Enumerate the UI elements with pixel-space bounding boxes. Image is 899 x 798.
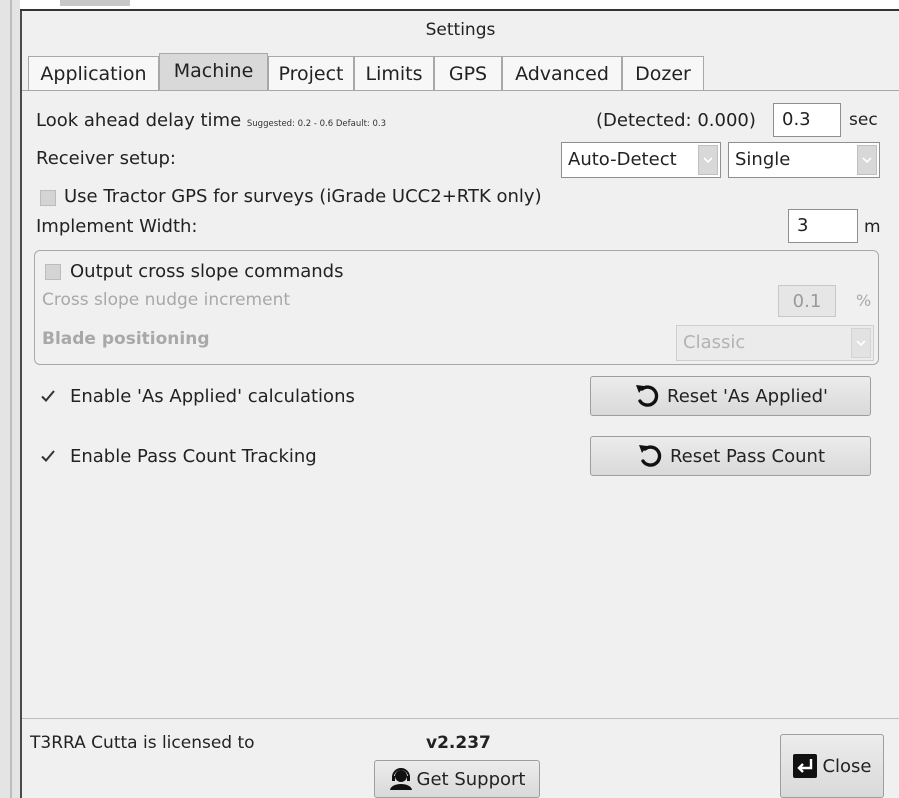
chevron-down-icon xyxy=(857,145,877,175)
tab-application[interactable]: Application xyxy=(28,56,159,91)
tab-project[interactable]: Project xyxy=(268,56,354,91)
tab-dozer[interactable]: Dozer xyxy=(622,56,704,91)
tab-advanced[interactable]: Advanced xyxy=(502,56,622,91)
blade-positioning-label: Blade positioning xyxy=(42,329,210,349)
lookahead-detected: (Detected: 0.000) xyxy=(596,110,756,131)
support-headset-icon xyxy=(389,768,412,790)
cross-slope-label: Output cross slope commands xyxy=(70,261,344,282)
as-applied-checkbox[interactable] xyxy=(40,388,56,404)
window-top-stub xyxy=(60,0,130,6)
implement-width-unit: m xyxy=(864,217,881,237)
reset-pass-count-label: Reset Pass Count xyxy=(669,445,825,467)
lookahead-label: Look ahead delay time xyxy=(36,110,242,131)
license-text: T3RRA Cutta is licensed to xyxy=(30,733,255,753)
receiver-label: Receiver setup: xyxy=(36,148,177,169)
implement-width-label: Implement Width: xyxy=(36,216,198,237)
tab-machine[interactable]: Machine xyxy=(159,53,268,91)
lookahead-hint: Suggested: 0.2 - 0.6 Default: 0.3 xyxy=(246,119,386,129)
implement-width-input[interactable]: 3 xyxy=(788,209,858,243)
footer-separator xyxy=(22,718,899,719)
receiver-type-value: Single xyxy=(735,149,791,170)
reset-pass-count-button[interactable]: Reset Pass Count xyxy=(590,436,871,476)
nudge-increment-unit: % xyxy=(856,291,872,310)
tab-separator xyxy=(22,90,899,91)
window-border xyxy=(20,0,22,798)
close-label: Close xyxy=(822,755,872,777)
receiver-type-select[interactable]: Single xyxy=(728,142,880,178)
pass-count-label: Enable Pass Count Tracking xyxy=(70,446,317,467)
window-title: Settings xyxy=(425,20,496,40)
tractor-gps-checkbox[interactable] xyxy=(40,190,56,206)
blade-positioning-select[interactable]: Classic xyxy=(676,325,874,361)
version-text: v2.237 xyxy=(426,733,491,753)
exit-icon xyxy=(793,754,818,778)
checkmark-icon xyxy=(41,390,55,402)
reset-arrow-icon xyxy=(638,445,662,467)
receiver-mode-select[interactable]: Auto-Detect xyxy=(561,142,721,178)
get-support-button[interactable]: Get Support xyxy=(374,760,540,798)
reset-arrow-icon xyxy=(636,385,659,407)
reset-as-applied-label: Reset 'As Applied' xyxy=(667,385,828,407)
get-support-label: Get Support xyxy=(416,768,526,790)
receiver-mode-value: Auto-Detect xyxy=(568,149,677,170)
close-button[interactable]: Close xyxy=(780,734,884,798)
nudge-increment-input[interactable]: 0.1 xyxy=(778,285,836,317)
tab-gps[interactable]: GPS xyxy=(434,56,502,91)
as-applied-label: Enable 'As Applied' calculations xyxy=(70,386,355,407)
lookahead-unit: sec xyxy=(849,110,878,130)
cross-slope-checkbox[interactable] xyxy=(45,264,61,280)
chevron-down-icon xyxy=(851,328,871,358)
tractor-gps-label: Use Tractor GPS for surveys (iGrade UCC2… xyxy=(64,186,542,207)
blade-positioning-value: Classic xyxy=(683,332,746,353)
lookahead-input[interactable]: 0.3 xyxy=(773,103,841,137)
checkmark-icon xyxy=(41,450,55,462)
nudge-increment-label: Cross slope nudge increment xyxy=(42,290,291,310)
reset-as-applied-button[interactable]: Reset 'As Applied' xyxy=(590,376,871,416)
chevron-down-icon xyxy=(698,145,718,175)
tab-limits[interactable]: Limits xyxy=(354,56,434,91)
window-left-edge xyxy=(10,0,12,798)
lookahead-row: Look ahead delay time Suggested: 0.2 - 0… xyxy=(36,110,386,131)
pass-count-checkbox[interactable] xyxy=(40,448,56,464)
